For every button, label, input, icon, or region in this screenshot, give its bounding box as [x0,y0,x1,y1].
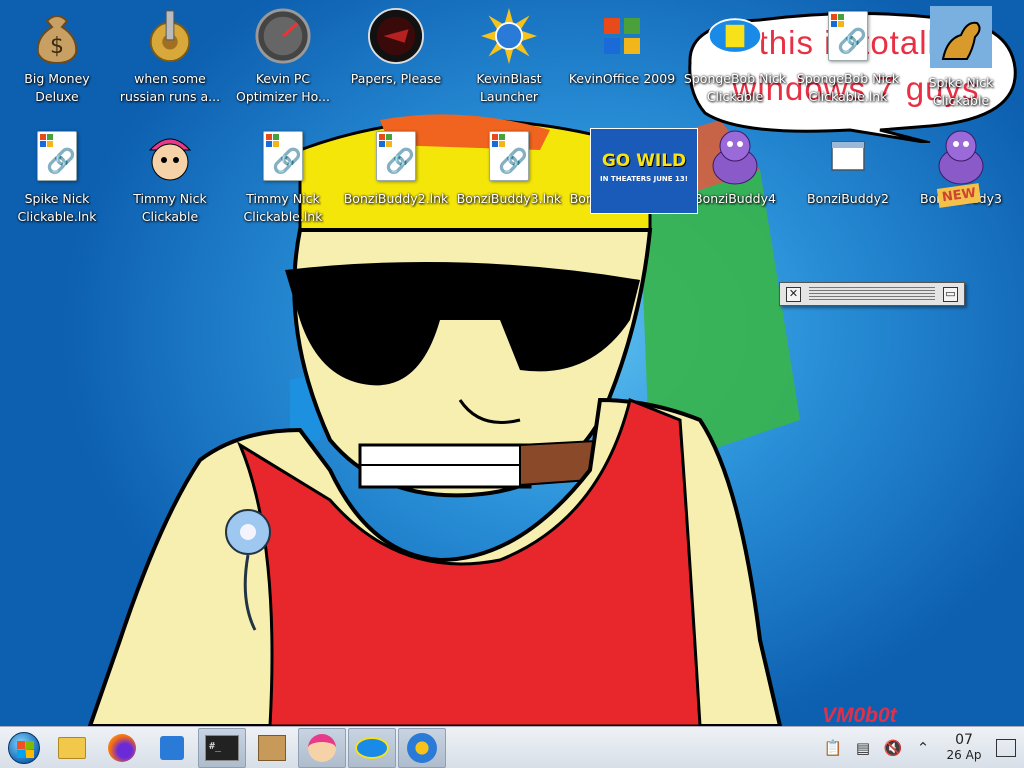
desktop-icon-spike-nick[interactable]: Spike Nick Clickable [905,0,1017,110]
watermark-text: VM0b0t [822,704,897,727]
taskbar-terminal[interactable]: #_ [198,727,246,768]
desktop-icon-label: BonziBuddy2.lnk [343,191,449,206]
desktop-icon-spike-nick-lnk[interactable]: 🔗 Spike Nick Clickable.lnk [1,120,113,230]
desktop-icon-label: Spike Nick Clickable [928,75,994,108]
package-icon [258,734,286,761]
terminal-icon: #_ [205,734,239,761]
desktop-icon-label: BonziBuddy3.lnk [456,191,562,206]
folder-icon [58,736,86,759]
timmy-icon [142,128,198,184]
taskbar-nick[interactable] [348,727,396,768]
window-icon [820,128,876,184]
taskbar-timmy[interactable] [298,727,346,768]
sun-globe-icon [481,8,537,64]
clock-date: 26 Ap [946,748,982,762]
timmy-icon [308,733,336,762]
notes-icon[interactable]: ▤ [850,735,876,761]
desktop-icon-bonzibuddy3[interactable]: BonziBuddy3 [905,120,1017,230]
volume-muted-icon[interactable]: 🔇 [880,735,906,761]
poster-title: GO WILD [601,151,687,171]
desktop-icon-kevin-pc-optimizer[interactable]: Kevin PC Optimizer Ho... [227,0,339,110]
desktop-icon-bonzibuddy3-lnk[interactable]: 🔗 BonziBuddy3.lnk [453,120,565,230]
shortcut-file-icon: 🔗 [368,128,424,184]
poster-subtitle: IN THEATERS JUNE 13! [600,175,688,183]
shortcut-file-icon: 🔗 [820,8,876,64]
firefox-icon [108,733,136,762]
desktop-icon-label: Big Money Deluxe [24,71,90,104]
show-desktop-button[interactable] [996,739,1016,757]
desktop-icon-spongebob-nick-lnk[interactable]: 🔗 SpongeBob Nick Clickable.lnk [792,0,904,110]
desktop-icon-timmy-nick[interactable]: Timmy Nick Clickable [114,120,226,230]
desktop-icon-timmy-nick-lnk[interactable]: 🔗 Timmy Nick Clickable.lnk [227,120,339,230]
purple-gorilla-icon [707,128,763,185]
desktop-icon-label: SpongeBob Nick Clickable.lnk [796,71,900,104]
desktop-icon-big-money-deluxe[interactable]: $ Big Money Deluxe [1,0,113,110]
taskbar-package[interactable] [248,728,296,768]
windows-orb-icon [8,731,40,764]
desktop-icon-spongebob-nick[interactable]: SpongeBob Nick Clickable [679,0,791,110]
desktop-icon-papers-please[interactable]: Papers, Please [340,0,452,110]
desktop-icon-kevinoffice-2009[interactable]: KevinOffice 2009 [566,0,678,110]
desktop-icon-label: Timmy Nick Clickable [133,191,207,224]
desktop-icon-russian[interactable]: when some russian runs a... [114,0,226,110]
system-tray: 📋 ▤ 🔇 ⌃ 07 26 Ap [818,727,1024,768]
desktop-icon-kevinblast-launcher[interactable]: KevinBlast Launcher [453,0,565,110]
chevron-up-icon[interactable]: ⌃ [910,735,936,761]
clock-time: 07 [955,732,973,748]
nick-logo-icon [355,736,389,759]
desktop-icon-bonzibuddy2-lnk[interactable]: 🔗 BonziBuddy2.lnk [340,120,452,230]
shortcut-file-icon: 🔗 [481,128,537,184]
bonzi-mini-window[interactable]: ✕ ▭ [779,282,965,306]
wrench-icon [407,732,437,763]
desktop-icon-label: Kevin PC Optimizer Ho... [236,71,330,104]
taskbar: #_ 📋 ▤ 🔇 ⌃ 07 26 Ap [0,726,1024,768]
gauge-icon [255,8,311,64]
desktop-icon-label: BonziBuddy2 [807,191,889,206]
movie-poster-overlay: GO WILD IN THEATERS JUNE 13! [590,128,698,214]
maximize-button[interactable]: ▭ [943,286,958,302]
close-button[interactable]: ✕ [786,286,801,302]
terminal-prompt-text: #_ [209,740,222,752]
svg-text:$: $ [50,34,64,59]
nick-logo-icon [707,8,763,64]
office-logo-icon [594,8,650,64]
window-drag-handle[interactable] [809,287,935,301]
clock[interactable]: 07 26 Ap [942,733,986,763]
taskbar-kevinblast[interactable] [398,727,446,768]
desktop-icon-label: KevinBlast Launcher [476,71,542,104]
start-button[interactable] [2,728,46,768]
clipboard-icon[interactable]: 📋 [820,735,846,761]
gear-icon [142,8,198,64]
money-bag-icon: $ [29,8,85,64]
desktop-icon-label: when some russian runs a... [119,71,221,104]
desktop-icon-label: Spike Nick Clickable.lnk [17,191,97,224]
shortcut-file-icon: 🔗 [29,128,85,184]
desktop-icon-bonzibuddy2[interactable]: BonziBuddy2 [792,120,904,230]
papers-please-seal-icon [368,8,424,64]
desktop-icon-label: Timmy Nick Clickable.lnk [243,191,323,224]
taskbar-store[interactable] [148,728,196,768]
dog-icon [930,6,992,68]
taskbar-firefox[interactable] [98,728,146,768]
shortcut-file-icon: 🔗 [255,128,311,184]
desktop-icon-label: SpongeBob Nick Clickable [683,71,787,104]
desktop-icon-label: Papers, Please [350,71,442,86]
desktop-icon-label: KevinOffice 2009 [568,71,676,86]
taskbar-file-explorer[interactable] [48,728,96,768]
purple-gorilla-icon [933,128,989,185]
store-bag-icon [160,735,184,760]
